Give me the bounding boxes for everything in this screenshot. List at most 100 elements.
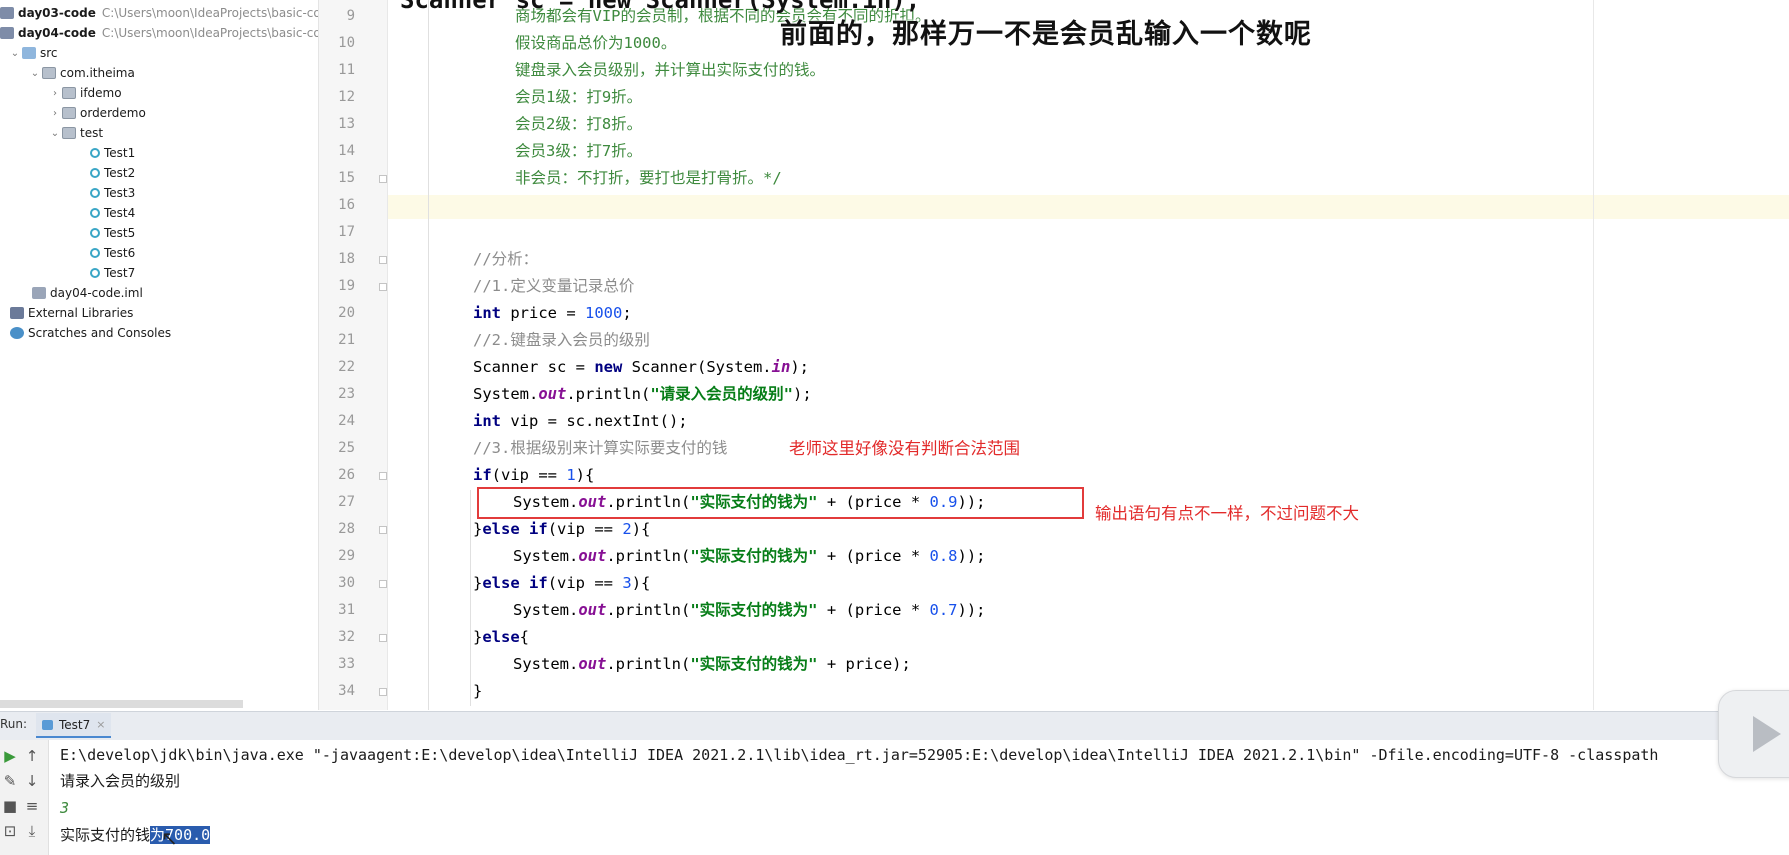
close-icon[interactable]: × — [96, 718, 105, 731]
code-line-25: //3.根据级别来计算实际要支付的钱 — [473, 439, 728, 457]
module-icon — [0, 27, 14, 39]
fold-marker-icon[interactable] — [379, 580, 387, 588]
tree-item-label: Test6 — [104, 246, 136, 260]
run-config-icon — [42, 719, 53, 730]
class-icon — [90, 248, 100, 258]
stop-icon[interactable]: ■ — [0, 797, 20, 815]
tree-item-day04-code[interactable]: day04-code C:\Users\moon\IdeaProjects\ba… — [0, 23, 319, 43]
mouse-cursor-icon: ↖ — [161, 826, 178, 850]
line-number: 31 — [338, 602, 355, 618]
video-play-button[interactable] — [1718, 690, 1789, 778]
fold-marker-icon[interactable] — [379, 256, 387, 264]
tree-item-label: com.itheima — [60, 66, 135, 80]
scroll-to-end-icon[interactable]: ⤓ — [22, 822, 42, 840]
fold-marker-icon[interactable] — [379, 688, 387, 696]
fold-marker-icon[interactable] — [379, 472, 387, 480]
tree-item-label: orderdemo — [80, 106, 146, 120]
console-input-line: 3 — [60, 799, 70, 817]
tree-item-orderdemo[interactable]: › orderdemo — [48, 103, 146, 123]
play-icon — [1753, 716, 1781, 752]
chevron-right-icon[interactable]: › — [48, 88, 62, 99]
code-line-26: if(vip == 1){ — [473, 466, 595, 484]
package-icon — [42, 67, 56, 79]
tree-horizontal-scrollbar[interactable] — [0, 700, 243, 708]
arrow-up-icon[interactable]: ↑ — [22, 747, 42, 765]
line-number: 9 — [346, 8, 355, 24]
tree-item-test6[interactable]: Test6 — [90, 243, 135, 263]
class-icon — [90, 168, 100, 178]
wrench-icon[interactable]: ✎ — [0, 772, 20, 790]
code-line-24: int vip = sc.nextInt(); — [473, 412, 688, 430]
code-line-10: 假设商品总价为1000。 — [515, 34, 677, 52]
fold-marker-icon[interactable] — [379, 283, 387, 291]
code-editor[interactable]: 商场都会有VIP的会员制，根据不同的会员会有不同的折扣。 假设商品总价为1000… — [388, 0, 1789, 710]
class-icon — [90, 228, 100, 238]
console-prompt-line: 请录入会员的级别 — [60, 772, 181, 790]
pin-icon[interactable]: ⊡ — [0, 822, 20, 840]
tree-item-label: day03-code — [18, 6, 96, 20]
run-label: Run: — [0, 717, 28, 731]
line-number: 30 — [338, 575, 355, 591]
line-number: 21 — [338, 332, 355, 348]
tree-item-label: Scratches and Consoles — [28, 326, 172, 340]
tree-item-path: C:\Users\moon\IdeaProjects\basic-co — [101, 26, 319, 40]
tree-item-test5[interactable]: Test5 — [90, 223, 135, 243]
tree-item-test3[interactable]: Test3 — [90, 183, 135, 203]
tree-item-test7[interactable]: Test7 — [90, 263, 135, 283]
fold-marker-icon[interactable] — [379, 634, 387, 642]
fold-marker-icon[interactable] — [379, 175, 387, 183]
line-number: 22 — [338, 359, 355, 375]
chevron-down-icon[interactable]: ⌄ — [48, 128, 62, 139]
tree-item-label: Test4 — [104, 206, 136, 220]
chevron-down-icon[interactable]: ⌄ — [8, 48, 22, 59]
chevron-down-icon[interactable]: ⌄ — [28, 68, 42, 79]
code-line-20: int price = 1000; — [473, 304, 632, 322]
tree-item-src[interactable]: ⌄ src — [8, 43, 58, 63]
tree-item-label: src — [40, 46, 58, 60]
code-line-31: System.out.println("实际支付的钱为" + (price * … — [513, 601, 986, 619]
tree-item-scratches[interactable]: Scratches and Consoles — [10, 323, 171, 343]
tree-item-test1[interactable]: Test1 — [90, 143, 135, 163]
tab-test7[interactable]: Test7 × — [36, 713, 112, 738]
line-number: 14 — [338, 143, 355, 159]
arrow-down-icon[interactable]: ↓ — [22, 772, 42, 790]
line-number: 28 — [338, 521, 355, 537]
current-line-highlight — [388, 195, 1789, 219]
rerun-icon[interactable]: ▶ — [0, 747, 20, 765]
annotation-note-output: 输出语句有点不一样，不过问题不大 — [1095, 504, 1359, 523]
module-icon — [0, 7, 14, 19]
tree-item-label: Test1 — [104, 146, 136, 160]
video-subtitle: 前面的，那样万一不是会员乱输入一个数呢 — [780, 19, 1312, 50]
fold-marker-icon[interactable] — [379, 526, 387, 534]
tree-item-path: C:\Users\moon\IdeaProjects\basic-co — [101, 6, 319, 20]
code-line-18: //分析： — [473, 250, 539, 268]
tree-item-label: test — [80, 126, 104, 140]
line-number: 34 — [338, 683, 355, 699]
tree-item-day03-code[interactable]: day03-code C:\Users\moon\IdeaProjects\ba… — [0, 3, 319, 23]
selected-text: 为700.0 — [150, 826, 211, 844]
tree-item-test4[interactable]: Test4 — [90, 203, 135, 223]
tree-item-iml[interactable]: day04-code.iml — [32, 283, 143, 303]
tree-item-com-itheima[interactable]: ⌄ com.itheima — [28, 63, 135, 83]
line-number: 33 — [338, 656, 355, 672]
class-icon — [90, 148, 100, 158]
tree-item-external-libraries[interactable]: External Libraries — [10, 303, 133, 323]
code-line-15: 非会员：不打折，要打也是打骨折。*/ — [515, 169, 782, 187]
tree-item-label: Test3 — [104, 186, 136, 200]
soft-wrap-icon[interactable]: ≡ — [22, 797, 42, 815]
console-output[interactable]: E:\develop\jdk\bin\java.exe "-javaagent:… — [49, 740, 1789, 855]
tree-item-test2[interactable]: Test2 — [90, 163, 135, 183]
package-icon — [62, 87, 76, 99]
chevron-right-icon[interactable]: › — [48, 108, 62, 119]
tree-item-label: day04-code.iml — [50, 286, 143, 300]
tree-item-label: Test5 — [104, 226, 136, 240]
line-number: 16 — [338, 197, 355, 213]
code-line-28: }else if(vip == 2){ — [473, 520, 651, 538]
tree-item-test[interactable]: ⌄ test — [48, 123, 103, 143]
class-icon — [90, 268, 100, 278]
tree-item-ifdemo[interactable]: › ifdemo — [48, 83, 122, 103]
code-line-21: //2.键盘录入会员的级别 — [473, 331, 650, 349]
class-icon — [90, 188, 100, 198]
code-line-14: 会员3级：打7折。 — [515, 142, 643, 160]
run-toolbar: ▶ ↑ ✎ ↓ ■ ≡ ⊡ ⤓ — [0, 740, 49, 855]
